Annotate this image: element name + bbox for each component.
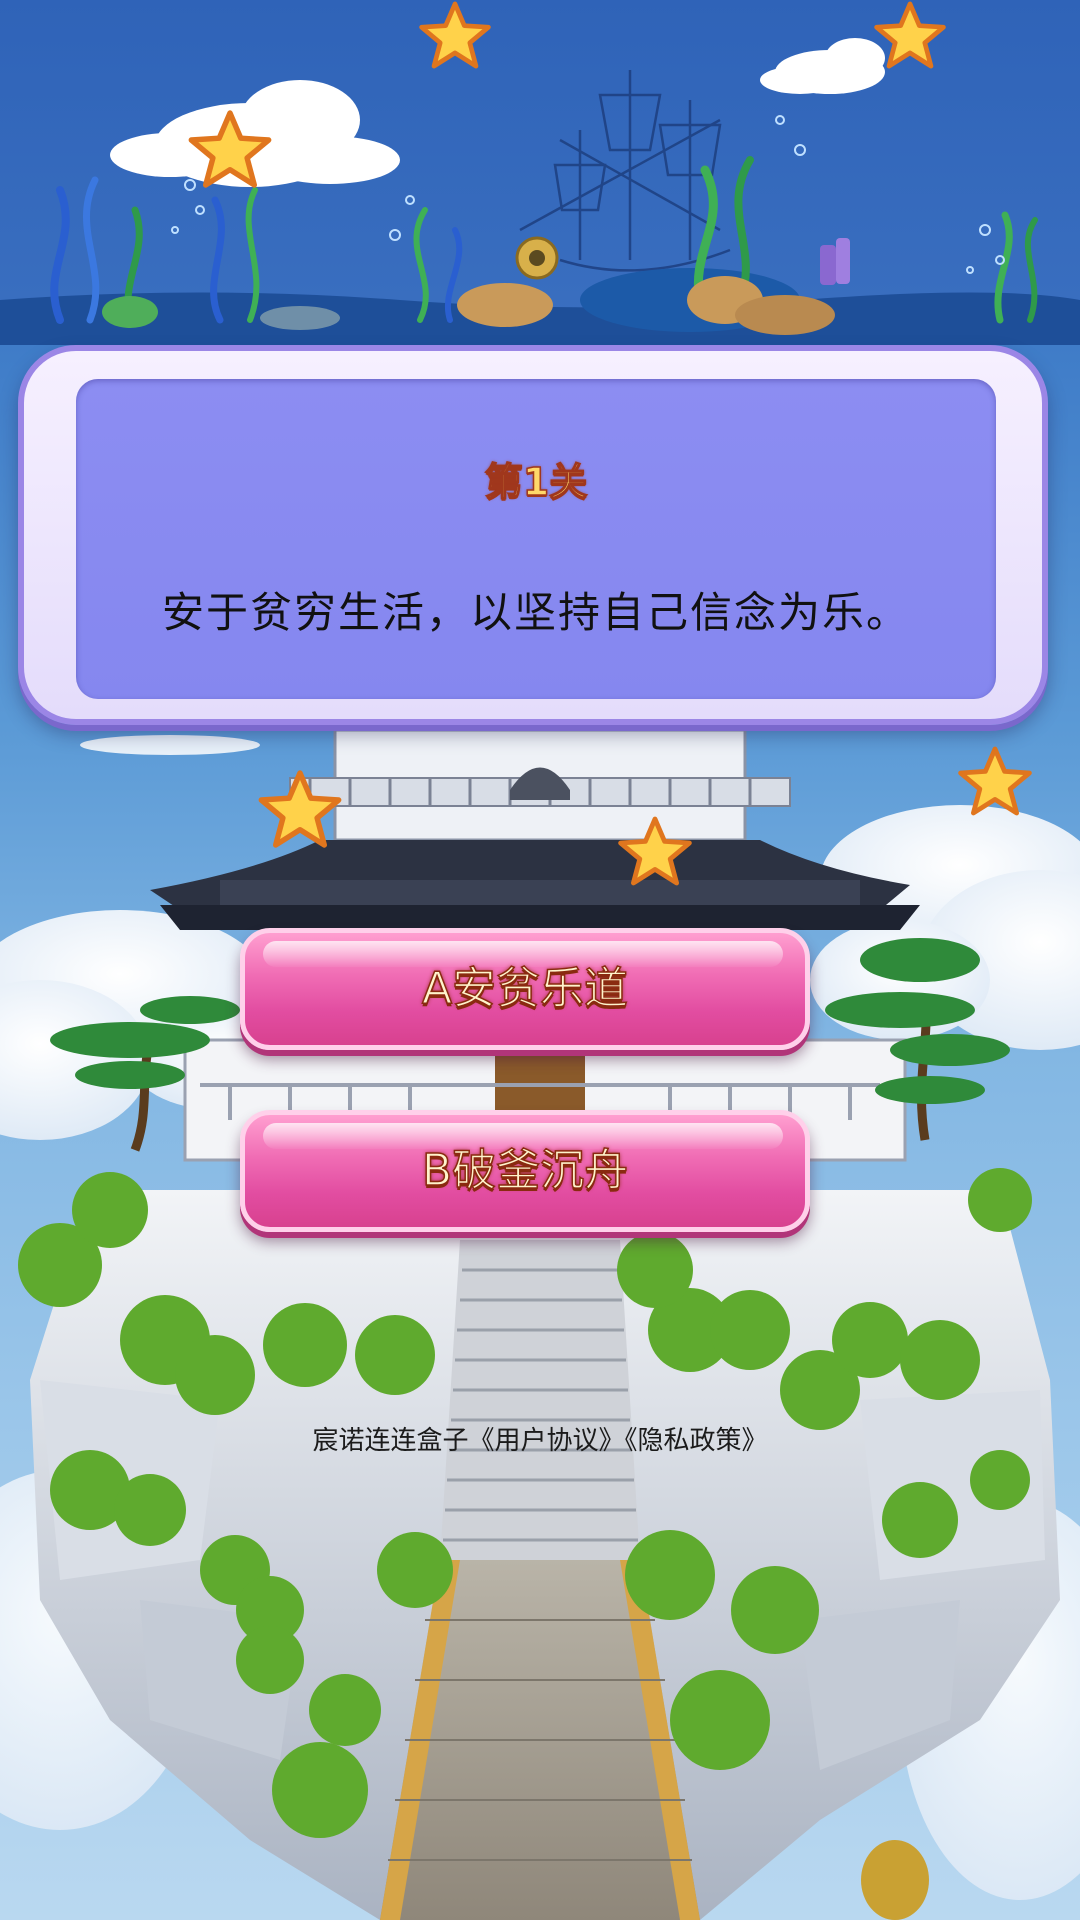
answer-a-label: A安贫乐道 (421, 962, 629, 1015)
rock (735, 295, 835, 335)
coral (836, 238, 850, 284)
star-icon (618, 816, 692, 886)
helmet-window (529, 250, 545, 266)
question-text: 安于贫穷生活，以坚持自己信念为乐。 (161, 588, 910, 637)
star-icon (188, 110, 272, 188)
user-agreement-link[interactable]: 《用户协议》 (468, 1426, 624, 1456)
privacy-policy-link[interactable]: 《隐私政策》 (625, 1426, 768, 1456)
question-card: 第1关 安于贫穷生活，以坚持自己信念为乐。 (76, 379, 996, 699)
agreement-footer: 宸诺连连盒子《用户协议》《隐私政策》 (0, 1420, 1080, 1457)
level-title: 第1关 (484, 459, 588, 505)
rock (260, 306, 340, 330)
star-icon (258, 770, 342, 848)
answer-b-button[interactable]: B破釜沉舟 (240, 1110, 810, 1232)
coral (820, 245, 836, 285)
answer-a-button[interactable]: A安贫乐道 (240, 928, 810, 1050)
star-icon (874, 1, 946, 69)
star-icon (958, 746, 1032, 816)
question-panel: 第1关 安于贫穷生活，以坚持自己信念为乐。 (18, 345, 1048, 725)
star-icon (419, 1, 491, 69)
app-name: 宸诺连连盒子 (312, 1426, 469, 1456)
answer-b-label: B破釜沉舟 (421, 1144, 629, 1197)
snail-icon (861, 1840, 929, 1920)
rock (457, 283, 553, 327)
plant-ball (102, 296, 158, 328)
